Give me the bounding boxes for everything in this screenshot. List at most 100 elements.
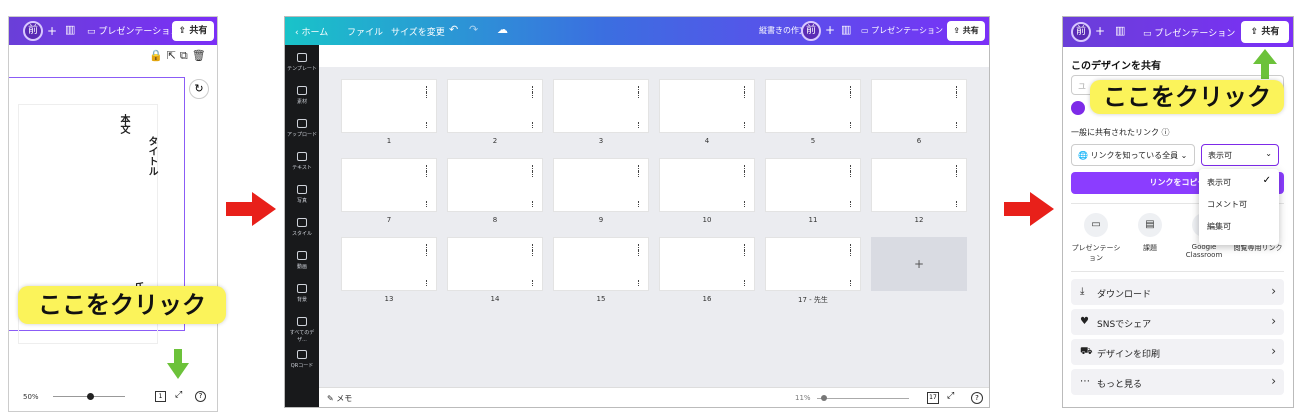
file-menu[interactable]: ファイル bbox=[347, 25, 383, 38]
permission-select[interactable]: 表示可 ⌄ bbox=[1201, 144, 1279, 166]
thumbnail-text-mark bbox=[426, 280, 428, 286]
page-number: 5 bbox=[810, 137, 816, 145]
thumbnail-text-mark bbox=[850, 250, 852, 256]
sidebar-item[interactable]: すべてのデザ... bbox=[285, 317, 319, 343]
thumbnail-text-mark bbox=[956, 201, 958, 207]
analytics-icon[interactable]: ▥ bbox=[1115, 24, 1125, 37]
page-count-button[interactable]: 1 bbox=[155, 391, 166, 402]
page-thumbnail[interactable] bbox=[341, 158, 437, 212]
sidebar-item-icon bbox=[297, 350, 307, 359]
present-button[interactable]: ▭ プレゼンテーション bbox=[861, 25, 943, 36]
action-row[interactable]: ⛟ デザインを印刷 › bbox=[1071, 339, 1284, 365]
page-thumbnail[interactable] bbox=[341, 237, 437, 291]
add-collaborator-button[interactable]: + bbox=[825, 23, 835, 37]
sidebar-item[interactable]: スタイル bbox=[285, 218, 319, 237]
home-label: ホーム bbox=[301, 28, 329, 38]
present-button[interactable]: ▭ プレゼンテーション bbox=[1143, 26, 1235, 39]
cloud-save-icon[interactable]: ☁ bbox=[497, 23, 508, 36]
action-row[interactable]: ⋯ もっと見る › bbox=[1071, 369, 1284, 395]
page-thumbnail[interactable] bbox=[871, 158, 967, 212]
page-thumbnail[interactable] bbox=[341, 79, 437, 133]
sidebar-item[interactable]: テンプレート bbox=[285, 53, 319, 72]
sidebar-item[interactable]: テキスト bbox=[285, 152, 319, 171]
page-thumbnail[interactable] bbox=[765, 237, 861, 291]
fullscreen-icon[interactable]: ⤢ bbox=[175, 390, 182, 400]
action-row[interactable]: ⤓ ダウンロード › bbox=[1071, 279, 1284, 305]
sidebar-item[interactable]: 背景 bbox=[285, 284, 319, 303]
sidebar-item[interactable]: 素材 bbox=[285, 86, 319, 105]
thumbnail-text-mark bbox=[744, 171, 746, 177]
sidebar-item-label: 動画 bbox=[296, 264, 307, 270]
text-title[interactable]: タイトル bbox=[144, 136, 159, 176]
page-thumbnail[interactable] bbox=[659, 237, 755, 291]
add-collaborator-button[interactable]: + bbox=[47, 24, 57, 38]
share-button[interactable]: ⇪ 共有 bbox=[172, 21, 214, 41]
text-body[interactable]: 本文 bbox=[116, 114, 131, 134]
share-button[interactable]: ⇪ 共有 bbox=[1241, 21, 1289, 43]
thumbnail-text-mark bbox=[426, 92, 428, 98]
thumbnail-text-mark bbox=[638, 250, 640, 256]
sidebar-item-icon bbox=[297, 53, 307, 62]
resize-menu[interactable]: サイズを変更 bbox=[391, 25, 445, 38]
page-thumbnail[interactable] bbox=[553, 158, 649, 212]
zoom-slider[interactable] bbox=[817, 398, 909, 399]
page-number: 1 bbox=[386, 137, 392, 145]
zoom-level: 50% bbox=[23, 393, 39, 401]
analytics-icon[interactable]: ▥ bbox=[65, 23, 75, 36]
analytics-icon[interactable]: ▥ bbox=[841, 23, 851, 36]
sidebar-item[interactable]: 写真 bbox=[285, 185, 319, 204]
permission-option[interactable]: 編集可 bbox=[1207, 221, 1271, 232]
page-thumbnail[interactable] bbox=[659, 158, 755, 212]
page-thumbnail[interactable] bbox=[447, 237, 543, 291]
sidebar-item[interactable]: アップロード bbox=[285, 119, 319, 138]
zoom-slider-handle[interactable] bbox=[87, 393, 94, 400]
rotate-icon[interactable]: ↻ bbox=[189, 79, 209, 99]
page-thumbnail[interactable] bbox=[553, 79, 649, 133]
sidebar-item-label: スタイル bbox=[291, 231, 312, 237]
page-thumbnail[interactable] bbox=[871, 79, 967, 133]
memo-button[interactable]: ✎ メモ bbox=[327, 393, 352, 404]
sidebar-item[interactable]: 動画 bbox=[285, 251, 319, 270]
home-button[interactable]: ‹ ホーム bbox=[295, 25, 328, 38]
thumbnail-text-mark bbox=[850, 122, 852, 128]
page-number: 17 - 先生 bbox=[798, 296, 828, 304]
permission-option[interactable]: コメント可 bbox=[1207, 199, 1271, 210]
page-thumbnail[interactable] bbox=[447, 158, 543, 212]
fullscreen-icon[interactable]: ⤢ bbox=[947, 391, 954, 401]
sidebar-item[interactable]: QRコード bbox=[285, 350, 319, 369]
undo-icon[interactable]: ↶ bbox=[449, 23, 458, 36]
action-row[interactable]: ♥ SNSでシェア › bbox=[1071, 309, 1284, 335]
page-thumbnail[interactable] bbox=[447, 79, 543, 133]
share-button[interactable]: ⇪ 共有 bbox=[947, 21, 985, 41]
element-toolbar[interactable]: 🔒⇱⧉🗑 bbox=[149, 49, 210, 63]
link-access-select[interactable]: 🌐 リンクを知っている全員 ⌄ bbox=[1071, 144, 1195, 166]
share-option[interactable]: ▤ 課題 bbox=[1125, 213, 1175, 253]
redo-icon[interactable]: ↷ bbox=[469, 23, 478, 36]
action-label: デザインを印刷 bbox=[1097, 350, 1161, 360]
share-option[interactable]: ▭ プレゼンテーション bbox=[1071, 213, 1121, 263]
thumbnail-text-mark bbox=[638, 171, 640, 177]
page-count-button[interactable]: 17 bbox=[927, 392, 939, 404]
present-button[interactable]: ▭ プレゼンテーション bbox=[87, 24, 179, 37]
help-button[interactable]: ? bbox=[195, 391, 206, 402]
page-thumbnail[interactable] bbox=[553, 237, 649, 291]
page-thumbnail[interactable] bbox=[765, 79, 861, 133]
thumbnail-text-mark bbox=[532, 171, 534, 177]
avatar[interactable]: 前 bbox=[1071, 22, 1091, 42]
zoom-slider-handle[interactable] bbox=[821, 395, 827, 401]
avatar[interactable]: 前 bbox=[23, 21, 43, 41]
document-title[interactable]: 縦書きの作文 bbox=[759, 25, 807, 36]
thumbnail-text-mark bbox=[956, 92, 958, 98]
present-label: プレゼンテーション bbox=[1154, 29, 1236, 39]
page-thumbnail[interactable] bbox=[659, 79, 755, 133]
sidebar-item-label: アップロード bbox=[286, 132, 317, 138]
help-button[interactable]: ? bbox=[971, 392, 983, 404]
add-page-button[interactable]: + bbox=[871, 237, 967, 291]
help-label: ? bbox=[198, 392, 203, 400]
page-thumbnail[interactable] bbox=[765, 158, 861, 212]
page-number: 3 bbox=[598, 137, 604, 145]
avatar[interactable]: 前 bbox=[801, 21, 821, 41]
add-collaborator-button[interactable]: + bbox=[1095, 24, 1105, 38]
sidebar-item-label: 素材 bbox=[296, 99, 307, 105]
permission-option[interactable]: 表示可 bbox=[1207, 177, 1271, 188]
